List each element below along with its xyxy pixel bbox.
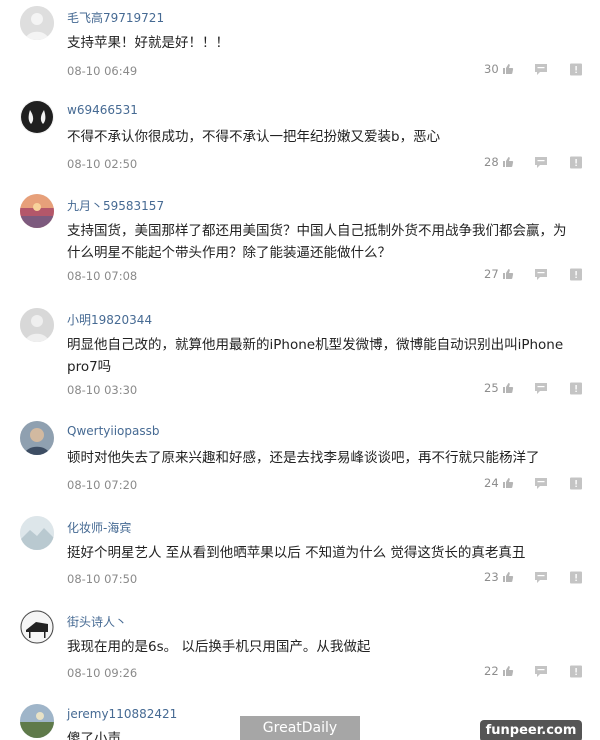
like-count: 30 bbox=[484, 62, 499, 76]
username[interactable]: 化妆师-海宾 bbox=[67, 519, 131, 536]
username[interactable]: 小明19820344 bbox=[67, 311, 152, 328]
avatar[interactable] bbox=[20, 610, 54, 644]
like-button[interactable]: 25 bbox=[484, 381, 514, 395]
comment-text: 我现在用的是6s。 以后换手机只用国产。从我做起 bbox=[67, 639, 371, 655]
more-icon[interactable] bbox=[569, 63, 583, 76]
comment-icon[interactable] bbox=[534, 63, 548, 76]
comment-text: 挺好个明星艺人 至从看到他晒苹果以后 不知道为什么 觉得这货长的真老真丑 bbox=[67, 545, 526, 561]
like-button[interactable]: 30 bbox=[484, 62, 514, 76]
comment-meta: 08-10 09:26 22 bbox=[67, 664, 587, 682]
timestamp: 08-10 07:08 bbox=[67, 269, 138, 283]
comment-meta: 08-10 03:30 25 bbox=[67, 381, 587, 399]
thumbs-up-icon bbox=[502, 665, 514, 677]
like-button[interactable]: 24 bbox=[484, 476, 514, 490]
avatar[interactable] bbox=[20, 6, 54, 40]
comment-meta: 08-10 02:50 28 bbox=[67, 155, 587, 173]
comment-icon[interactable] bbox=[534, 571, 548, 584]
comment-icon[interactable] bbox=[534, 665, 548, 678]
username[interactable]: 九月丶59583157 bbox=[67, 197, 164, 214]
thumbs-up-icon bbox=[502, 382, 514, 394]
avatar[interactable] bbox=[20, 194, 54, 228]
more-icon[interactable] bbox=[569, 268, 583, 281]
avatar[interactable] bbox=[20, 516, 54, 550]
like-button[interactable]: 23 bbox=[484, 570, 514, 584]
username[interactable]: jeremy110882421 bbox=[67, 707, 177, 721]
timestamp: 08-10 02:50 bbox=[67, 157, 138, 171]
thumbs-up-icon bbox=[502, 63, 514, 75]
comment-text: 明显他自己改的，就算他用最新的iPhone机型发微博，微博能自动识别出叫iPho… bbox=[67, 337, 564, 375]
more-icon[interactable] bbox=[569, 477, 583, 490]
timestamp: 08-10 07:50 bbox=[67, 572, 138, 586]
like-count: 23 bbox=[484, 570, 499, 584]
thumbs-up-icon bbox=[502, 156, 514, 168]
comment-icon[interactable] bbox=[534, 382, 548, 395]
like-button[interactable]: 22 bbox=[484, 664, 514, 678]
username[interactable]: w69466531 bbox=[67, 103, 138, 117]
comment-text: 支持苹果！好就是好！！！ bbox=[67, 35, 229, 51]
comment-icon[interactable] bbox=[534, 268, 548, 281]
thumbs-up-icon bbox=[502, 268, 514, 280]
comment-meta: 08-10 07:50 23 bbox=[67, 570, 587, 588]
like-button[interactable]: 27 bbox=[484, 267, 514, 281]
username[interactable]: 街头诗人丶 bbox=[67, 613, 127, 630]
timestamp: 08-10 06:49 bbox=[67, 64, 138, 78]
comment-meta: 08-10 07:08 27 bbox=[67, 267, 587, 285]
like-count: 28 bbox=[484, 155, 499, 169]
username[interactable]: 毛飞高79719721 bbox=[67, 9, 164, 26]
avatar[interactable] bbox=[20, 421, 54, 455]
comment-meta: 08-10 06:49 30 bbox=[67, 62, 587, 80]
like-count: 27 bbox=[484, 267, 499, 281]
comment-text: 顿时对他失去了原来兴趣和好感，还是去找李易峰谈谈吧，再不行就只能杨洋了 bbox=[67, 450, 540, 466]
comment-icon[interactable] bbox=[534, 477, 548, 490]
watermark-greatdaily: GreatDaily bbox=[240, 716, 360, 740]
like-count: 22 bbox=[484, 664, 499, 678]
more-icon[interactable] bbox=[569, 156, 583, 169]
avatar[interactable] bbox=[20, 100, 54, 134]
comment-text: 支持国货，美国那样了都还用美国货？中国人自己抵制外货不用战争我们都会赢，为什么明… bbox=[67, 223, 567, 261]
avatar[interactable] bbox=[20, 308, 54, 342]
comment-text: 不得不承认你很成功，不得不承认一把年纪扮嫩又爱装b，恶心 bbox=[67, 129, 441, 145]
like-count: 25 bbox=[484, 381, 499, 395]
watermark-funpeer: funpeer.com bbox=[480, 720, 582, 740]
thumbs-up-icon bbox=[502, 571, 514, 583]
thumbs-up-icon bbox=[502, 477, 514, 489]
comment-meta: 08-10 07:20 24 bbox=[67, 476, 587, 494]
username[interactable]: Qwertyiiopassb bbox=[67, 424, 159, 438]
timestamp: 08-10 07:20 bbox=[67, 478, 138, 492]
like-button[interactable]: 28 bbox=[484, 155, 514, 169]
timestamp: 08-10 03:30 bbox=[67, 383, 138, 397]
more-icon[interactable] bbox=[569, 665, 583, 678]
timestamp: 08-10 09:26 bbox=[67, 666, 138, 680]
more-icon[interactable] bbox=[569, 382, 583, 395]
like-count: 24 bbox=[484, 476, 499, 490]
comment-icon[interactable] bbox=[534, 156, 548, 169]
avatar[interactable] bbox=[20, 704, 54, 738]
more-icon[interactable] bbox=[569, 571, 583, 584]
